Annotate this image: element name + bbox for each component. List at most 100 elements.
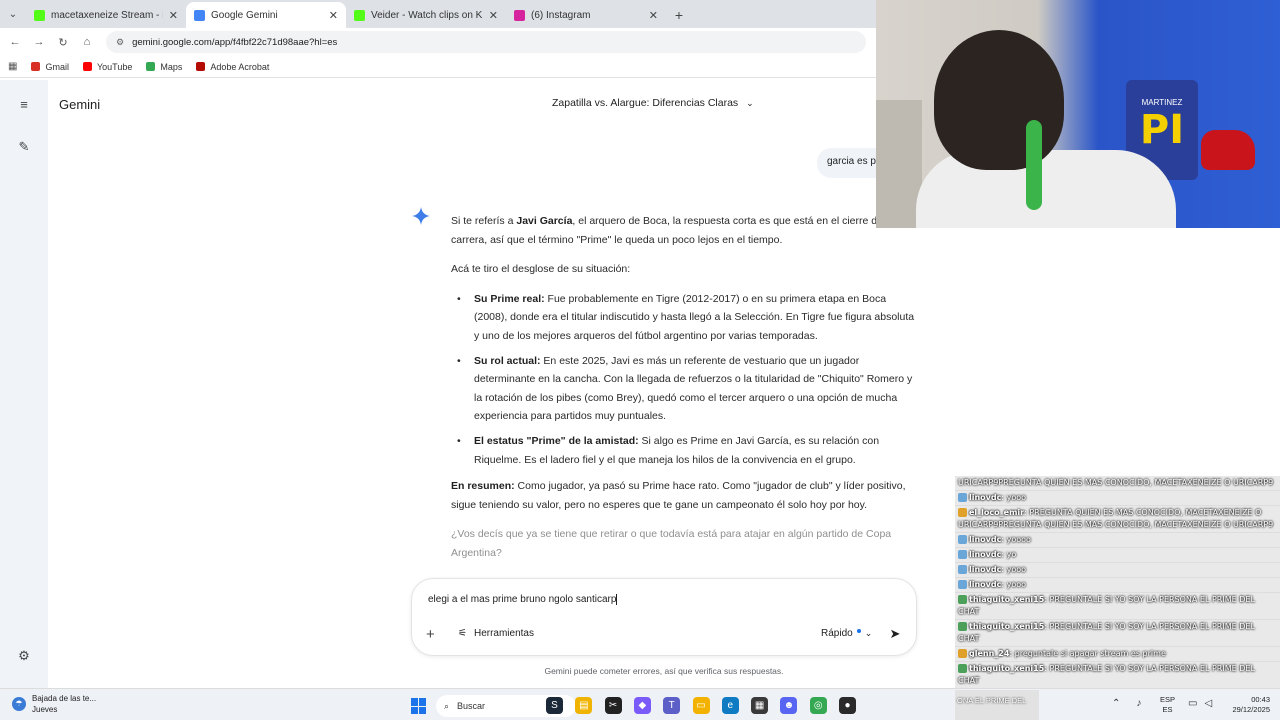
status-icons[interactable]: ▭ ◁	[1188, 698, 1212, 709]
chat-badge-icon	[958, 649, 967, 658]
summary-title: En resumen:	[451, 480, 515, 493]
chat-text: URICARP9PREGUNTA QUIEN ES MAS CONOCIDO, …	[958, 478, 1274, 487]
clock-date: 29/12/2025	[1232, 705, 1270, 714]
menu-icon[interactable]: ≡	[14, 95, 34, 115]
clock-time: 00:43	[1251, 695, 1270, 704]
chat-badge-icon	[958, 493, 967, 502]
weather-widget[interactable]: ☂ Bajada de las te... Jueves	[12, 693, 96, 715]
reload-icon[interactable]: ↻	[54, 33, 72, 51]
gemini-icon	[194, 9, 205, 21]
teams-icon[interactable]: T	[663, 697, 681, 714]
chevron-up-icon[interactable]: ⌃	[1112, 698, 1120, 709]
explorer-icon[interactable]: ▭	[692, 697, 710, 714]
close-tab-icon[interactable]: ✕	[489, 9, 498, 22]
system-tray: ⌃ ♪	[1112, 698, 1141, 709]
clock[interactable]: 00:43 29/12/2025	[1222, 695, 1270, 715]
tab-title: (6) Instagram	[531, 9, 591, 21]
bookmark-youtube[interactable]: YouTube	[82, 61, 133, 72]
chat-message: thiaguito_xeni15: PREGUNTALE SI YO SOY L…	[955, 593, 1280, 620]
tab-title: macetaxeneize Stream - Kick D	[51, 9, 163, 21]
files-icon[interactable]: ▤	[575, 697, 593, 714]
lang-top: ESP	[1160, 695, 1176, 704]
bullet-title: Su rol actual:	[474, 354, 541, 367]
conversation-title[interactable]: Zapatilla vs. Alargue: Diferencias Clara…	[552, 97, 754, 109]
intro-text: Si te referís a	[451, 215, 517, 227]
prompt-input[interactable]: elegi a el mas prime bruno ngolo santica…	[428, 594, 618, 606]
apps-grid-icon[interactable]: ▦	[8, 61, 17, 72]
bookmark-acrobat[interactable]: Adobe Acrobat	[196, 62, 269, 72]
copilot-icon[interactable]: ◆	[633, 697, 651, 714]
chat-username: glenn_24	[969, 649, 1010, 658]
chat-text: : yooo	[1001, 580, 1027, 589]
search-label: Buscar	[457, 701, 486, 711]
site-info-icon[interactable]: ⚙	[116, 37, 124, 48]
bookmark-label: Maps	[160, 61, 183, 72]
network-icon: ▭	[1188, 698, 1198, 709]
tab-0[interactable]: macetaxeneize Stream - Kick D ✕	[26, 2, 186, 28]
start-icon[interactable]	[411, 698, 427, 714]
language-indicator[interactable]: ESP ES	[1160, 695, 1175, 715]
tools-button[interactable]: ⚟ Herramientas	[458, 628, 534, 639]
bookmark-maps[interactable]: Maps	[146, 62, 182, 72]
chat-message: linovdc: yooo	[955, 563, 1280, 578]
tab-2[interactable]: Veider - Watch clips on Kick ✕	[346, 2, 506, 28]
chat-message: thiaguito_xeni15: PREGUNTALE SI YO SOY L…	[955, 620, 1280, 647]
obs-icon[interactable]: ●	[839, 697, 856, 714]
tab-search-icon[interactable]: ⌄	[0, 0, 26, 28]
bullet-item: Su Prime real: Fue probablemente en Tigr…	[451, 290, 917, 346]
chrome-icon[interactable]: ◎	[809, 697, 827, 714]
new-chat-icon[interactable]: ✎	[14, 137, 34, 157]
new-tab-button[interactable]: +	[666, 2, 692, 28]
discord-icon[interactable]: ☻	[780, 697, 798, 714]
search-icon: ⌕	[444, 700, 450, 711]
settings-icon[interactable]: ⚙	[14, 646, 34, 666]
microphone-icon[interactable]: ♪	[1136, 698, 1141, 709]
bookmark-label: YouTube	[96, 61, 133, 72]
bullet-title: Su Prime real:	[474, 292, 545, 305]
bullet-text: En este 2025, Javi es más un referente d…	[474, 354, 913, 423]
edge-icon[interactable]: e	[721, 697, 739, 714]
headset-shape	[1026, 120, 1042, 210]
chat-message: linovdc: yooo	[955, 491, 1280, 506]
bullet-item: El estatus "Prime" de la amistad: Si alg…	[451, 432, 917, 469]
tab-1[interactable]: Google Gemini ✕	[186, 2, 346, 28]
chat-message: linovdc: yoooo	[955, 533, 1280, 548]
tab-title: Veider - Watch clips on Kick	[371, 9, 483, 21]
close-tab-icon[interactable]: ✕	[649, 9, 658, 22]
address-bar[interactable]: ⚙ gemini.google.com/app/f4fbf22c71d98aae…	[106, 31, 866, 53]
chat-message: glenn_24: preguntale si apagar stream es…	[955, 647, 1280, 662]
weather-sub: Jueves	[32, 705, 58, 714]
forward-icon[interactable]: →	[30, 33, 48, 51]
prompt-composer[interactable]: elegi a el mas prime bruno ngolo santica…	[411, 578, 917, 656]
steam-icon[interactable]: S	[546, 697, 563, 714]
bookmark-label: Adobe Acrobat	[210, 61, 270, 72]
back-icon[interactable]: ←	[6, 33, 24, 51]
bookmark-gmail[interactable]: Gmail	[31, 62, 69, 72]
chevron-down-icon: ⌄	[746, 97, 754, 108]
response-summary: En resumen: Como jugador, ya pasó su Pri…	[451, 477, 917, 514]
chat-text: : yooo	[1001, 493, 1027, 502]
tab-3[interactable]: (6) Instagram ✕	[506, 2, 666, 28]
chat-badge-icon	[958, 565, 967, 574]
chat-username: thiaguito_xeni15	[969, 595, 1045, 604]
chat-message: linovdc: yo	[955, 548, 1280, 563]
store-icon[interactable]: ▦	[751, 697, 769, 714]
tools-icon: ⚟	[458, 628, 467, 639]
response-intro: Si te referís a Javi García, el arquero …	[451, 212, 917, 249]
instagram-icon	[514, 9, 525, 21]
close-tab-icon[interactable]: ✕	[169, 9, 178, 22]
home-icon[interactable]: ⌂	[78, 33, 96, 51]
model-mode-button[interactable]: Rápido ⌄	[821, 628, 872, 639]
chat-badge-icon	[958, 622, 967, 631]
close-tab-icon[interactable]: ✕	[329, 9, 338, 22]
chat-message: thiaguito_xeni15: PREGUNTALE SI YO SOY L…	[955, 662, 1280, 689]
capcut-icon[interactable]: ✂	[604, 697, 622, 714]
add-attachment-icon[interactable]: +	[426, 626, 435, 643]
send-icon[interactable]: ➤	[884, 623, 906, 645]
model-response: Si te referís a Javi García, el arquero …	[451, 212, 917, 574]
chat-badge-icon	[958, 664, 967, 673]
volume-icon: ◁	[1204, 698, 1213, 709]
chat-username: linovdc	[969, 565, 1002, 574]
screen: ⌄ macetaxeneize Stream - Kick D ✕ Google…	[0, 0, 1280, 720]
prompt-text: elegi a el mas prime bruno ngolo santica…	[428, 594, 617, 606]
